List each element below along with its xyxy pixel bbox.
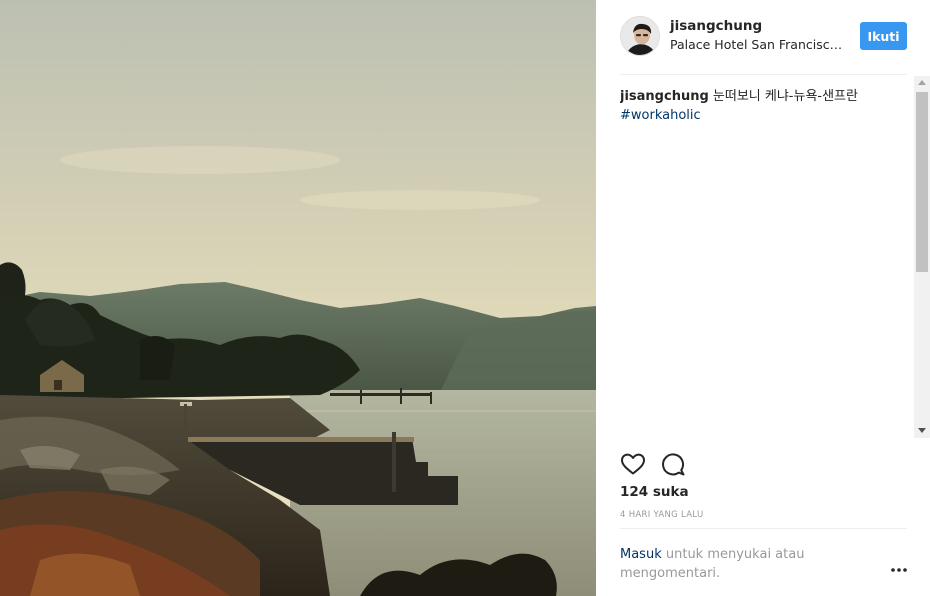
follow-button[interactable]: Ikuti — [860, 22, 907, 50]
post-header: jisangchung Palace Hotel San Francisc… I… — [596, 0, 930, 74]
header-divider — [620, 74, 907, 75]
caption-hashtag[interactable]: #workaholic — [620, 108, 701, 123]
scroll-down-arrow-icon[interactable] — [918, 428, 926, 433]
caption-text: 눈떠보니 케냐-뉴욕-샌프란 — [708, 89, 858, 104]
post-caption: jisangchung 눈떠보니 케냐-뉴욕-샌프란 #workaholic — [620, 87, 890, 125]
comment-button[interactable] — [660, 451, 686, 477]
login-link[interactable]: Masuk — [620, 547, 662, 562]
post-details-panel: jisangchung Palace Hotel San Francisc… I… — [596, 0, 930, 596]
scrollbar-thumb[interactable] — [916, 92, 928, 272]
more-options-icon — [891, 568, 907, 572]
comments-section[interactable]: jisangchung 눈떠보니 케냐-뉴욕-샌프란 #workaholic — [620, 76, 914, 438]
comments-scrollbar[interactable] — [914, 76, 930, 438]
scroll-up-arrow-icon[interactable] — [918, 80, 926, 85]
comment-bubble-icon — [662, 453, 685, 476]
caption-username[interactable]: jisangchung — [620, 89, 709, 104]
bay-landscape-image — [0, 0, 596, 596]
avatar[interactable] — [620, 16, 660, 56]
heart-icon — [621, 453, 645, 475]
login-prompt: Masuk untuk menyukai atau mengomentari. — [620, 545, 850, 583]
like-count[interactable]: 124 suka — [620, 484, 689, 500]
footer-divider — [620, 528, 907, 529]
more-options-button[interactable] — [888, 562, 910, 578]
like-button[interactable] — [620, 451, 646, 477]
profile-photo — [621, 17, 659, 55]
post-photo[interactable] — [0, 0, 596, 596]
post-actions — [620, 451, 740, 477]
post-timestamp[interactable]: 4 HARI YANG LALU — [620, 510, 704, 520]
author-location[interactable]: Palace Hotel San Francisc… — [670, 37, 846, 52]
author-username[interactable]: jisangchung — [670, 18, 762, 34]
